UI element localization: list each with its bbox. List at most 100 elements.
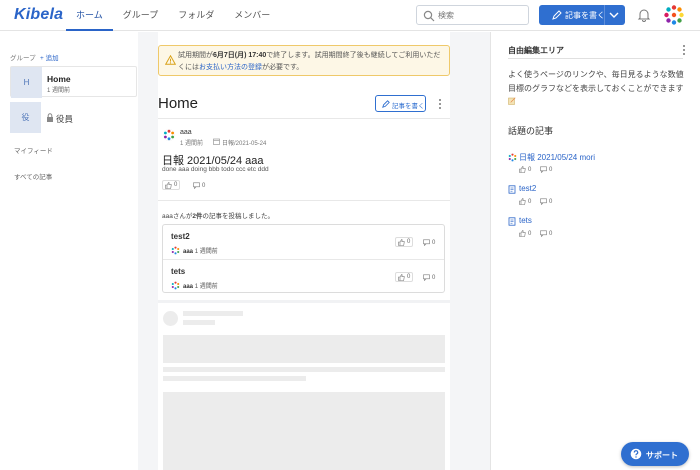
author-avatar — [171, 246, 180, 255]
nav-folders[interactable]: フォルダ — [168, 0, 224, 31]
comment-icon — [423, 239, 430, 246]
bell-icon[interactable] — [637, 8, 651, 22]
memo-icon — [508, 97, 516, 105]
sidebar-group-officers[interactable]: 役 役員 — [10, 102, 137, 133]
activity-text: さんが — [172, 213, 193, 220]
free-edit-text: よく使うページのリンクや、毎日見るような数値目標のグラフなどを表示しておくことが… — [508, 68, 688, 109]
trending-link[interactable]: tets — [519, 216, 532, 225]
skeleton-block — [163, 335, 445, 363]
author-avatar — [171, 281, 180, 290]
like-count[interactable]: 0 — [519, 166, 531, 173]
support-button[interactable]: サポート — [621, 442, 689, 466]
comment-icon — [193, 182, 200, 189]
comment-icon — [540, 230, 547, 237]
more-options-icon[interactable] — [437, 98, 443, 110]
like-number: 0 — [528, 198, 532, 205]
add-group-link[interactable]: + 追加 — [40, 52, 59, 62]
author-avatar[interactable] — [163, 129, 175, 141]
sidebar-link-all-articles[interactable]: すべての記事 — [14, 171, 52, 181]
skeleton-avatar — [163, 311, 178, 326]
comment-count[interactable]: 0 — [540, 166, 552, 173]
notice-deadline: 6月7日(月) 17:40 — [213, 52, 267, 59]
group-initial: H — [11, 67, 42, 98]
section-divider — [158, 300, 450, 303]
like-button[interactable]: 0 — [395, 237, 414, 247]
write-article-button[interactable]: 記事を書く — [539, 5, 625, 25]
lock-icon — [47, 113, 53, 122]
comment-count[interactable]: 0 — [423, 274, 435, 281]
chevron-down-icon[interactable] — [609, 11, 619, 19]
activity-summary: aaaさんが2件の記事を投稿しました。 — [162, 210, 274, 220]
like-button[interactable]: 0 — [162, 180, 181, 190]
main-nav: ホーム グループ フォルダ メンバー — [66, 0, 280, 31]
like-count: 0 — [407, 274, 411, 280]
top-header: Kibela ホーム グループ フォルダ メンバー 記事を書く — [0, 0, 700, 31]
skeleton-block — [163, 392, 445, 470]
free-edit-title: 自由編集エリア — [508, 46, 564, 55]
list-item[interactable]: tets aaa 1 週間前 0 0 — [163, 259, 444, 293]
group-label: グループ — [10, 55, 36, 62]
list-item[interactable]: test2 aaa 1 週間前 0 0 — [163, 225, 444, 259]
skeleton-line — [163, 376, 306, 381]
warning-icon — [165, 55, 176, 65]
trending-link[interactable]: 日報 2021/05/24 mori — [519, 152, 595, 163]
group-updated: 1 週間前 — [47, 88, 71, 94]
group-write-button[interactable]: 記事を書く — [375, 95, 426, 112]
comment-number: 0 — [432, 274, 436, 281]
calendar-icon — [213, 138, 220, 145]
notice-text-part3: が必要です。 — [262, 64, 304, 71]
skeleton-line — [183, 311, 243, 316]
activity-user[interactable]: aaa — [162, 213, 173, 220]
post-body: done aaa doing bbb todo ccc etc ddd — [162, 166, 269, 173]
post-author[interactable]: aaa — [180, 129, 192, 136]
activity-article-list: test2 aaa 1 週間前 0 0 tets aaa 1 週間前 0 0 — [162, 224, 445, 293]
thumbs-up-icon — [519, 166, 526, 173]
group-initial: 役 — [10, 102, 41, 133]
notice-text-part1: 試用期間が — [178, 52, 213, 59]
post-ago: 1 週間前 — [180, 141, 204, 147]
comment-count[interactable]: 0 — [540, 230, 552, 237]
nav-home[interactable]: ホーム — [66, 0, 113, 31]
pencil-icon — [382, 100, 390, 108]
help-icon — [630, 448, 642, 460]
article-ago: 1 週間前 — [194, 249, 218, 255]
nav-members[interactable]: メンバー — [224, 0, 280, 31]
search-input[interactable] — [438, 8, 526, 22]
like-count[interactable]: 0 — [519, 198, 531, 205]
author-avatar — [508, 153, 517, 162]
comment-count[interactable]: 0 — [193, 182, 205, 189]
thumbs-up-icon — [519, 230, 526, 237]
sidebar-group-home[interactable]: H Home 1 週間前 — [10, 66, 137, 98]
nav-groups[interactable]: グループ — [113, 0, 168, 31]
like-count[interactable]: 0 — [519, 230, 531, 237]
trending-link[interactable]: test2 — [519, 184, 536, 193]
like-count: 0 — [407, 239, 411, 245]
group-write-label: 記事を書く — [392, 103, 425, 110]
search-box[interactable] — [416, 5, 529, 25]
skeleton-line — [183, 320, 215, 325]
user-avatar[interactable] — [663, 4, 685, 26]
sidebar-link-my-feed[interactable]: マイフィード — [14, 145, 53, 155]
article-title[interactable]: tets — [171, 267, 185, 276]
kibela-logo[interactable]: Kibela — [14, 6, 63, 24]
article-ago: 1 週間前 — [194, 284, 218, 290]
left-sidebar: グループ + 追加 H Home 1 週間前 役 役員 マイフィード すべての記… — [0, 32, 138, 470]
article-meta: aaa 1 週間前 — [183, 281, 218, 290]
comment-count[interactable]: 0 — [423, 239, 435, 246]
feed-post[interactable]: aaa 1 週間前 日報/2021-05-24 日報 2021/05/24 aa… — [158, 118, 450, 201]
skeleton-line — [163, 367, 445, 372]
trial-notice: 試用期間が6月7日(月) 17:40で終了します。試用期間終了後も継続してご利用… — [158, 45, 450, 76]
pencil-icon — [552, 10, 562, 20]
more-options-icon[interactable] — [681, 44, 687, 56]
comment-count[interactable]: 0 — [540, 198, 552, 205]
button-divider — [604, 5, 605, 25]
like-button[interactable]: 0 — [395, 272, 414, 282]
comment-icon — [540, 198, 547, 205]
comment-icon — [423, 274, 430, 281]
article-title[interactable]: test2 — [171, 232, 190, 241]
comment-icon — [540, 166, 547, 173]
post-folder-date[interactable]: 日報/2021-05-24 — [222, 138, 266, 147]
comment-number: 0 — [432, 239, 436, 246]
group-name: Home — [47, 74, 71, 84]
payment-link[interactable]: お支払い方法の登録 — [199, 64, 262, 71]
